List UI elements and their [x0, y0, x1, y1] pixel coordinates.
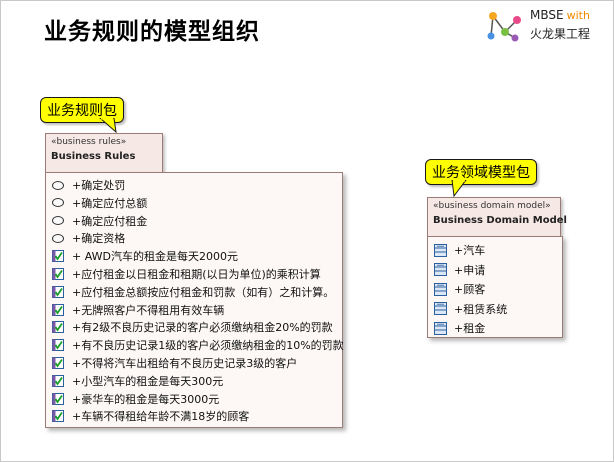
- business-process-icon: [50, 196, 66, 210]
- package-element-label: +确定应付租金: [72, 214, 148, 228]
- package-element-label: +租赁系统: [454, 302, 508, 316]
- logo-subtitle: 火龙果工程: [530, 27, 591, 41]
- business-process-icon: [50, 178, 66, 192]
- package-element-row[interactable]: +租金: [432, 319, 485, 337]
- callout-domain-label: 业务领域模型包: [432, 165, 530, 181]
- package-element-row[interactable]: +无牌照客户不得租用有效车辆: [50, 301, 224, 319]
- business-rule-icon: [50, 374, 66, 388]
- package-element-label: +不得将汽车出租给有不良历史记录3级的客户: [72, 357, 298, 370]
- package-element-row[interactable]: +汽车: [432, 241, 485, 259]
- package-element-label: + AWD汽车的租金是每天2000元: [72, 250, 238, 264]
- callout-domain-package: 业务领域模型包: [425, 159, 537, 185]
- package-element-label: +申请: [454, 263, 486, 277]
- package-element-row[interactable]: +不得将汽车出租给有不良历史记录3级的客户: [50, 354, 297, 372]
- class-icon: [432, 282, 448, 296]
- callout-rules-tail: [99, 118, 117, 134]
- business-rule-icon: [50, 356, 66, 370]
- package-name: Business Domain Model: [433, 215, 567, 226]
- package-element-row[interactable]: + AWD汽车的租金是每天2000元: [50, 247, 238, 265]
- page-title: 业务规则的模型组织: [44, 19, 260, 45]
- package-element-label: +顾客: [454, 283, 486, 296]
- package-element-row[interactable]: +确定资格: [50, 229, 125, 247]
- business-rule-icon: [50, 338, 66, 352]
- business-rule-icon: [50, 303, 66, 317]
- package-element-row[interactable]: +有2级不良历史记录的客户必须缴纳租金20%的罚款: [50, 318, 333, 336]
- package-element-row[interactable]: +申请: [432, 261, 485, 279]
- package-body: +汽车 +申请 +顾客 +租赁系统 +租金: [427, 236, 563, 338]
- callout-domain-tail: [451, 180, 467, 198]
- package-tab: «business domain model» Business Domain …: [427, 197, 567, 236]
- business-rule-icon: [50, 320, 66, 334]
- business-rule-icon: [50, 285, 66, 299]
- mbse-logo-icon: [487, 12, 521, 42]
- logo-with: with: [566, 9, 590, 22]
- package-element-label: +确定资格: [72, 232, 126, 246]
- package-element-label: +确定处罚: [72, 179, 126, 192]
- package-element-row[interactable]: +有不良历史记录1级的客户必须缴纳租金的10%的罚款: [50, 336, 344, 354]
- business-rule-icon: [50, 249, 66, 263]
- package-element-label: +应付租金以日租金和租期(以日为单位)的乘积计算: [72, 268, 321, 281]
- package-name: Business Rules: [51, 151, 136, 162]
- package-element-row[interactable]: +车辆不得租给年龄不满18岁的顾客: [50, 407, 249, 425]
- logo-mbse: MBSE: [530, 8, 564, 22]
- package-element-label: +有不良历史记录1级的客户必须缴纳租金的10%的罚款: [72, 339, 344, 353]
- package-element-row[interactable]: +豪华车的租金是每天3000元: [50, 390, 219, 408]
- package-stereotype: «business rules»: [51, 137, 127, 147]
- package-element-label: +无牌照客户不得租用有效车辆: [72, 303, 225, 317]
- package-element-label: +确定应付总额: [72, 196, 148, 210]
- package-element-row[interactable]: +确定处罚: [50, 176, 125, 194]
- package-element-row[interactable]: +小型汽车的租金是每天300元: [50, 372, 223, 390]
- class-icon: [432, 263, 448, 277]
- business-process-icon: [50, 231, 66, 245]
- package-element-row[interactable]: +确定应付租金: [50, 212, 147, 230]
- package-element-row[interactable]: +应付租金以日租金和租期(以日为单位)的乘积计算: [50, 265, 321, 283]
- package-element-label: +应付租金总额按应付租金和罚款（如有）之和计算。: [72, 285, 335, 299]
- business-rule-icon: [50, 392, 66, 406]
- package-tab: «business rules» Business Rules: [45, 133, 163, 172]
- business-rule-icon: [50, 409, 66, 423]
- package-element-label: +有2级不良历史记录的客户必须缴纳租金20%的罚款: [72, 321, 333, 335]
- package-body: +确定处罚 +确定应付总额 +确定应付租金 +确定资格 + AWD汽车的租金是每天200…: [45, 172, 344, 428]
- class-icon: [432, 243, 448, 257]
- package-element-label: +租金: [454, 322, 486, 335]
- package-element-row[interactable]: +应付租金总额按应付租金和罚款（如有）之和计算。: [50, 283, 334, 301]
- logo-title: MBSE with: [530, 8, 590, 22]
- package-element-row[interactable]: +顾客: [432, 280, 485, 298]
- class-icon: [432, 321, 448, 335]
- package-element-label: +豪华车的租金是每天3000元: [72, 392, 220, 406]
- class-icon: [432, 302, 448, 316]
- callout-rules-label: 业务规则包: [47, 103, 117, 119]
- package-element-label: +小型汽车的租金是每天300元: [72, 374, 224, 388]
- package-element-label: +车辆不得租给年龄不满18岁的顾客: [72, 410, 250, 424]
- package-stereotype: «business domain model»: [433, 201, 551, 211]
- package-element-row[interactable]: +确定应付总额: [50, 194, 147, 212]
- business-rule-icon: [50, 267, 66, 281]
- business-process-icon: [50, 214, 66, 228]
- package-element-label: +汽车: [454, 244, 486, 257]
- package-element-row[interactable]: +租赁系统: [432, 300, 507, 318]
